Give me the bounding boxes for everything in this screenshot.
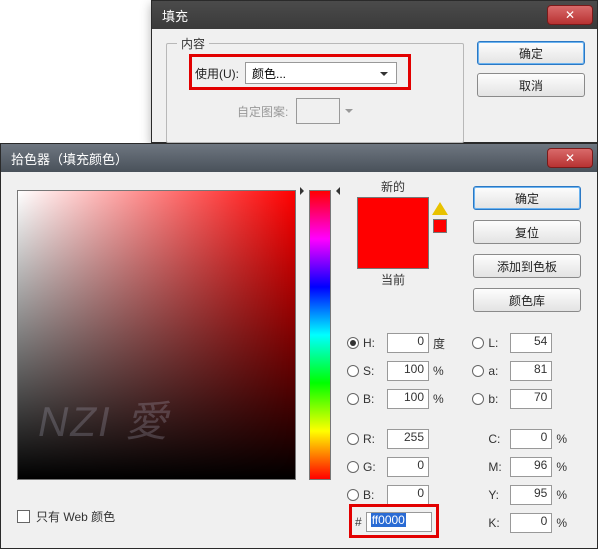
radio-s[interactable] <box>347 365 359 377</box>
label-b-lab: b: <box>488 392 506 406</box>
content-legend: 内容 <box>177 35 209 52</box>
radio-b-lab[interactable] <box>472 393 484 405</box>
unit-pct: % <box>433 364 451 378</box>
label-m: M: <box>488 460 506 474</box>
hex-input[interactable]: ff0000 <box>366 512 432 532</box>
label-r: R: <box>363 432 383 446</box>
content-group: 内容 使用(U): 颜色... 自定图案: <box>166 43 464 143</box>
fill-body: 内容 使用(U): 颜色... 自定图案: 确定 取消 <box>152 29 597 142</box>
input-c[interactable]: 0 <box>510 429 552 449</box>
input-y[interactable]: 95 <box>510 485 552 505</box>
label-b-hsb: B: <box>363 392 383 406</box>
label-g: G: <box>363 460 383 474</box>
radio-a[interactable] <box>472 365 484 377</box>
new-label: 新的 <box>347 178 439 195</box>
picker-title: 拾色器（填充颜色） <box>11 149 547 168</box>
radio-l[interactable] <box>472 337 484 349</box>
input-h[interactable]: 0 <box>387 333 429 353</box>
new-color-swatch <box>358 198 428 233</box>
watermark: NZI 愛 <box>38 388 169 449</box>
picker-ok-button[interactable]: 确定 <box>473 186 581 210</box>
label-y: Y: <box>488 488 506 502</box>
input-s[interactable]: 100 <box>387 361 429 381</box>
web-only-label: 只有 Web 颜色 <box>36 508 115 525</box>
add-to-swatches-button[interactable]: 添加到色板 <box>473 254 581 278</box>
fill-titlebar[interactable]: 填充 ✕ <box>152 1 597 29</box>
radio-g[interactable] <box>347 461 359 473</box>
fill-cancel-button[interactable]: 取消 <box>477 73 585 97</box>
input-a[interactable]: 81 <box>510 361 552 381</box>
input-l[interactable]: 54 <box>510 333 552 353</box>
gamut-warning-icon[interactable] <box>432 194 448 215</box>
color-libraries-button[interactable]: 颜色库 <box>473 288 581 312</box>
label-k: K: <box>488 516 506 530</box>
label-a: a: <box>488 364 506 378</box>
radio-r[interactable] <box>347 433 359 445</box>
color-value-inputs: H:0度 S:100% B:100% R:255 G:0 B:0 L:54 a:… <box>347 330 574 538</box>
current-label: 当前 <box>347 271 439 288</box>
fill-ok-button[interactable]: 确定 <box>477 41 585 65</box>
input-b-lab[interactable]: 70 <box>510 389 552 409</box>
close-icon[interactable]: ✕ <box>547 148 593 168</box>
picker-reset-button[interactable]: 复位 <box>473 220 581 244</box>
input-b-hsb[interactable]: 100 <box>387 389 429 409</box>
pattern-swatch[interactable] <box>296 98 340 124</box>
gamut-suggest-swatch[interactable] <box>433 219 447 233</box>
hue-marker <box>304 187 336 195</box>
input-k[interactable]: 0 <box>510 513 552 533</box>
radio-h[interactable] <box>347 337 359 349</box>
fill-dialog: 填充 ✕ 内容 使用(U): 颜色... 自定图案: 确定 取消 <box>151 0 598 143</box>
unit-deg: 度 <box>433 335 451 352</box>
label-b-rgb: B: <box>363 488 383 502</box>
input-m[interactable]: 96 <box>510 457 552 477</box>
hex-value: ff0000 <box>371 513 406 527</box>
web-only-checkbox[interactable] <box>17 510 30 523</box>
unit-pct: % <box>433 392 451 406</box>
label-s: S: <box>363 364 383 378</box>
fill-title: 填充 <box>162 6 547 25</box>
radio-b-rgb[interactable] <box>347 489 359 501</box>
use-label: 使用(U): <box>195 65 239 82</box>
close-icon[interactable]: ✕ <box>547 5 593 25</box>
label-h: H: <box>363 336 383 350</box>
hue-slider[interactable] <box>309 190 331 480</box>
radio-b-hsb[interactable] <box>347 393 359 405</box>
input-r[interactable]: 255 <box>387 429 429 449</box>
color-picker-dialog: 拾色器（填充颜色） ✕ NZI 愛 新的 当前 确定 复位 添加到色板 颜色库 <box>0 143 598 549</box>
input-g[interactable]: 0 <box>387 457 429 477</box>
use-select[interactable]: 颜色... <box>245 62 397 84</box>
label-l: L: <box>488 336 506 350</box>
saturation-value-panel[interactable]: NZI 愛 <box>17 190 296 480</box>
color-preview <box>357 197 429 269</box>
input-b-rgb[interactable]: 0 <box>387 485 429 505</box>
label-c: C: <box>488 432 506 446</box>
pattern-label: 自定图案: <box>237 103 288 120</box>
current-color-swatch <box>358 233 428 268</box>
use-select-value: 颜色... <box>252 65 286 82</box>
hex-hash: # <box>355 515 362 529</box>
picker-titlebar[interactable]: 拾色器（填充颜色） ✕ <box>1 144 597 172</box>
picker-body: NZI 愛 新的 当前 确定 复位 添加到色板 颜色库 H:0度 <box>1 172 597 548</box>
